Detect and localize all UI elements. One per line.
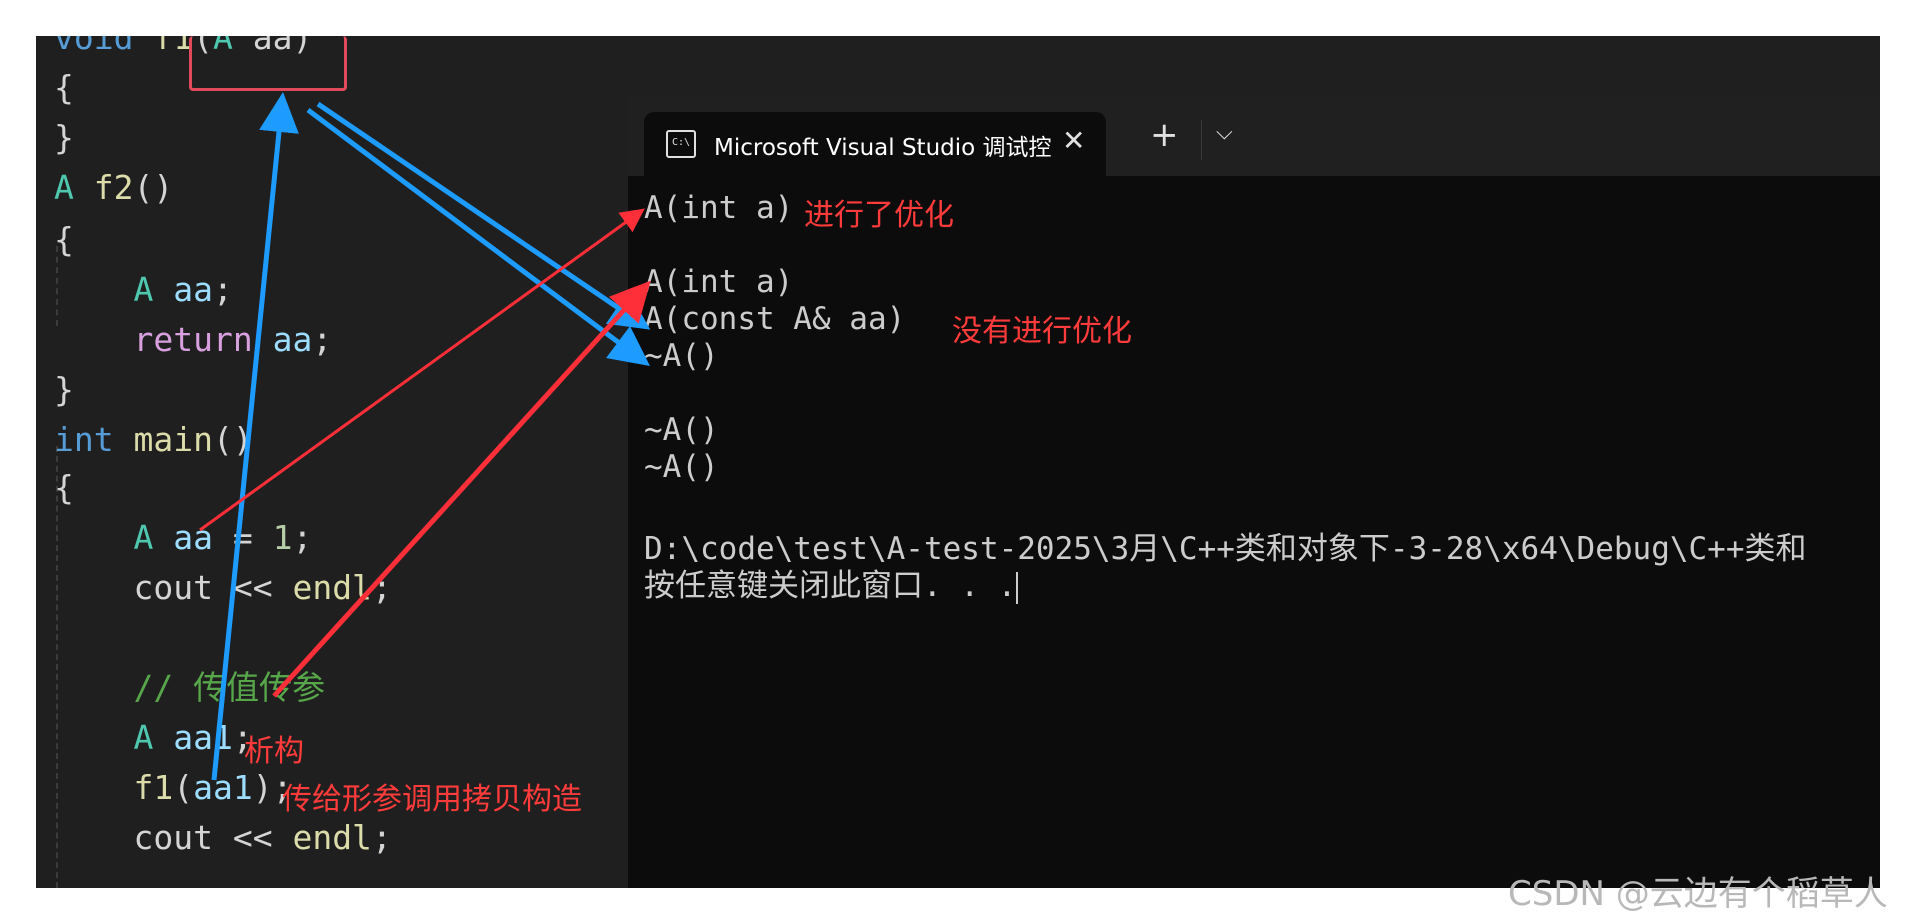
arrow-red [272,280,651,698]
arrow-blue [306,107,651,366]
watermark: CSDN @云边有个稻草人 [1508,874,1888,914]
arrow-blue [316,101,651,330]
arrow-blue [211,92,299,781]
annotation-arrows [199,92,651,781]
